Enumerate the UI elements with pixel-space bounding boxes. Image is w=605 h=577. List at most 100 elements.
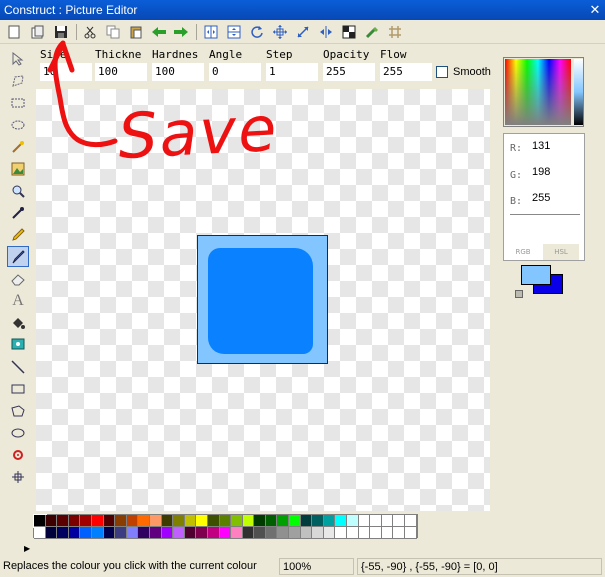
palette-swatch[interactable]	[254, 515, 266, 527]
flow-field[interactable]: 255	[380, 63, 432, 81]
palette-swatch[interactable]	[207, 527, 220, 539]
redo-icon[interactable]	[172, 23, 190, 41]
step-field[interactable]: 1	[266, 63, 318, 81]
zoom-icon[interactable]	[7, 180, 29, 201]
crop-icon[interactable]	[271, 23, 289, 41]
palette-swatch[interactable]	[219, 527, 232, 539]
palette-swatch[interactable]	[34, 527, 46, 539]
new-icon[interactable]	[5, 23, 23, 41]
palette-swatch[interactable]	[68, 527, 81, 539]
eyedropper-icon[interactable]	[7, 202, 29, 223]
rectangle-icon[interactable]	[7, 378, 29, 399]
mask-icon[interactable]	[340, 23, 358, 41]
palette-swatch[interactable]	[347, 527, 359, 539]
palette-swatch[interactable]	[370, 527, 382, 539]
palette-swatch[interactable]	[300, 515, 313, 527]
palette-swatch[interactable]	[207, 515, 220, 527]
palette-swatch[interactable]	[184, 527, 197, 539]
pencil-icon[interactable]	[7, 224, 29, 245]
flip-vertical-icon[interactable]	[225, 23, 243, 41]
fill-icon[interactable]	[7, 312, 29, 333]
palette-swatch[interactable]	[242, 527, 255, 539]
palette-swatch[interactable]	[126, 515, 139, 527]
palette-swatch[interactable]	[277, 515, 290, 527]
palette-swatch[interactable]	[231, 527, 243, 539]
reset-colours-button[interactable]	[515, 290, 523, 298]
palette-swatch[interactable]	[91, 527, 104, 539]
palette-swatch[interactable]	[103, 527, 116, 539]
palette-swatch[interactable]	[45, 527, 58, 539]
close-icon[interactable]: ✕	[587, 2, 603, 18]
palette-swatch[interactable]	[312, 515, 324, 527]
cut-icon[interactable]	[81, 23, 99, 41]
grid-icon[interactable]	[386, 23, 404, 41]
tab-rgb[interactable]: RGB	[505, 244, 541, 260]
palette-swatch[interactable]	[196, 527, 208, 539]
image-icon[interactable]	[7, 158, 29, 179]
paste-icon[interactable]	[127, 23, 145, 41]
palette-swatch[interactable]	[115, 515, 127, 527]
edited-image[interactable]	[197, 235, 328, 364]
palette-swatch[interactable]	[335, 527, 348, 539]
palette-swatch[interactable]	[68, 515, 81, 527]
palette-swatch[interactable]	[254, 527, 266, 539]
palette-swatch[interactable]	[358, 515, 371, 527]
palette-swatch[interactable]	[161, 515, 174, 527]
smooth-option[interactable]: Smooth	[436, 66, 491, 78]
polygon-icon[interactable]	[7, 400, 29, 421]
action-point-icon[interactable]	[7, 444, 29, 465]
text-icon[interactable]: A	[7, 290, 29, 311]
colour-picker[interactable]	[503, 57, 584, 127]
palette-swatch[interactable]	[335, 515, 348, 527]
move-icon[interactable]	[7, 466, 29, 487]
palette-swatch[interactable]	[173, 527, 185, 539]
palette-swatch[interactable]	[126, 527, 139, 539]
palette-swatch[interactable]	[265, 515, 278, 527]
g-value[interactable]: 198	[532, 166, 550, 178]
palette-swatch[interactable]	[196, 515, 208, 527]
palette-swatch[interactable]	[103, 515, 116, 527]
palette-swatch[interactable]	[405, 527, 417, 539]
tab-hsl[interactable]: HSL	[543, 244, 579, 260]
resize-icon[interactable]	[294, 23, 312, 41]
palette-swatch[interactable]	[80, 527, 92, 539]
palette-swatch[interactable]	[370, 515, 382, 527]
palette-swatch[interactable]	[323, 527, 336, 539]
mirror-icon[interactable]	[317, 23, 335, 41]
palette-swatch[interactable]	[358, 527, 371, 539]
flip-horizontal-icon[interactable]	[202, 23, 220, 41]
save-icon[interactable]	[52, 23, 70, 41]
palette-swatch[interactable]	[149, 515, 162, 527]
palette-swatch[interactable]	[277, 527, 290, 539]
smooth-checkbox[interactable]	[436, 66, 448, 78]
palette-swatch[interactable]	[381, 515, 394, 527]
magic-wand-icon[interactable]	[7, 136, 29, 157]
palette-swatch[interactable]	[323, 515, 336, 527]
r-value[interactable]: 131	[532, 140, 550, 152]
palette-swatch[interactable]	[393, 515, 405, 527]
palette-swatch[interactable]	[347, 515, 359, 527]
palette-swatch[interactable]	[80, 515, 92, 527]
colour-spectrum[interactable]	[505, 59, 571, 125]
palette-swatch[interactable]	[242, 515, 255, 527]
palette-swatch[interactable]	[184, 515, 197, 527]
palette-swatch[interactable]	[138, 527, 150, 539]
line-icon[interactable]	[7, 356, 29, 377]
angle-field[interactable]: 0	[209, 63, 261, 81]
palette-swatch[interactable]	[57, 515, 69, 527]
palette-swatch[interactable]	[289, 527, 301, 539]
copy-icon[interactable]	[104, 23, 122, 41]
hardness-field[interactable]: 100	[152, 63, 204, 81]
open-icon[interactable]	[29, 23, 47, 41]
palette-swatch[interactable]	[149, 527, 162, 539]
undo-icon[interactable]	[150, 23, 168, 41]
ellipse-icon[interactable]	[7, 422, 29, 443]
eraser-icon[interactable]	[7, 268, 29, 289]
opacity-field[interactable]: 255	[323, 63, 375, 81]
luminance-slider[interactable]	[574, 59, 583, 125]
palette-swatch[interactable]	[393, 527, 405, 539]
palette-swatch[interactable]	[381, 527, 394, 539]
palette-swatch[interactable]	[219, 515, 232, 527]
palette-swatch[interactable]	[405, 515, 417, 527]
thickness-field[interactable]: 100	[95, 63, 147, 81]
